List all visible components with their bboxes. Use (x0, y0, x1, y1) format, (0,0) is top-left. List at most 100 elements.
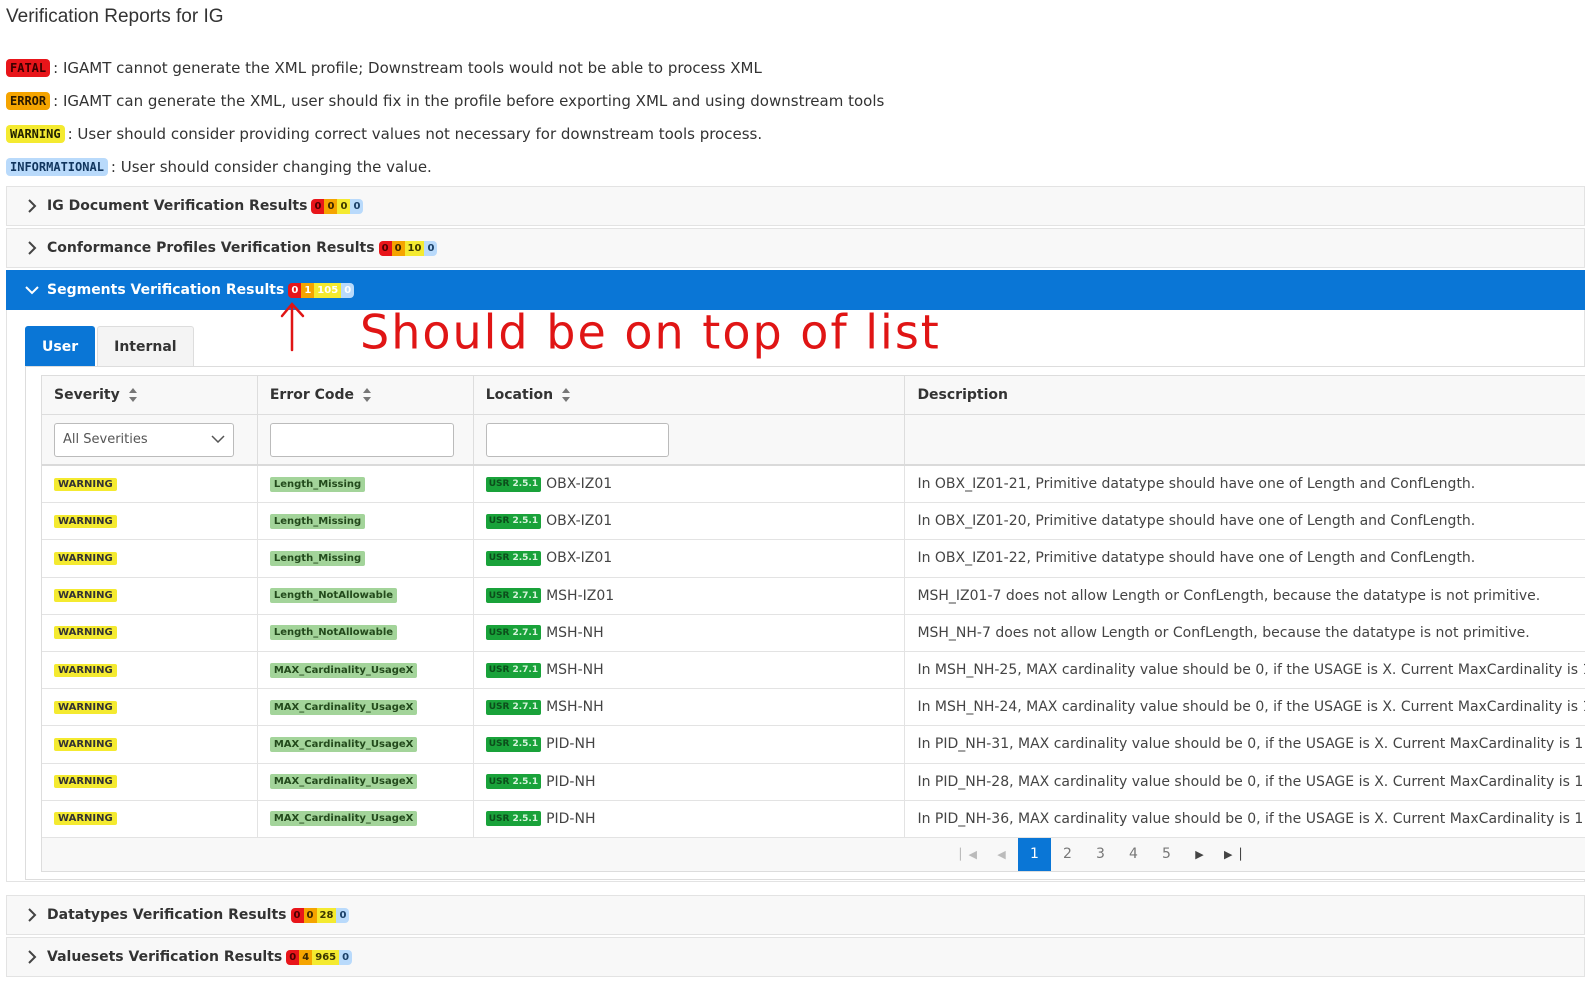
pagination: ▏◀ ◀ 1 2 3 4 5 ▶ ▶▕ (42, 837, 1585, 872)
fatal-count: 0 (311, 198, 325, 214)
table-row[interactable]: WARNING MAX_Cardinality_UsageX USR 2.7.1 MSH… (42, 689, 1585, 727)
tab-content: Severity Error Code Location Description… (25, 366, 1585, 880)
description-filter-cell (905, 415, 1585, 464)
error-code-filter-cell (258, 415, 474, 464)
table-row[interactable]: WARNING MAX_Cardinality_UsageX USR 2.5.1 PID… (42, 800, 1585, 838)
last-page-icon[interactable]: ▶▕ (1216, 838, 1249, 871)
description-cell: In OBX_IZ01-21, Primitive datatype shoul… (905, 466, 1585, 502)
tab-user[interactable]: User (25, 326, 96, 366)
severity-badge: WARNING (54, 775, 117, 789)
header-label: Error Code (269, 387, 355, 403)
severity-cell: WARNING (42, 466, 258, 503)
first-page-icon[interactable]: ▏◀ (952, 838, 985, 871)
description-cell: In MSH_NH-25, MAX cardinality value shou… (905, 652, 1585, 688)
table-row[interactable]: WARNING MAX_Cardinality_UsageX USR 2.5.1 PID… (42, 763, 1585, 801)
version-label: 2.7.1 (512, 665, 539, 676)
filter-row: All Severities (42, 415, 1585, 466)
severity-cell: WARNING (42, 726, 258, 763)
tab-internal[interactable]: Internal (97, 326, 194, 366)
description-text: In MSH_NH-25, MAX cardinality value shou… (917, 662, 1585, 679)
severity-badge: WARNING (54, 812, 117, 826)
panel-title: Valuesets Verification Results (47, 949, 283, 965)
sort-icon (561, 387, 571, 403)
table-row[interactable]: WARNING MAX_Cardinality_UsageX USR 2.5.1 PID… (42, 726, 1585, 764)
error-code-badge: Length_Missing (269, 513, 366, 529)
description-text: In PID_NH-36, MAX cardinality value shou… (917, 810, 1584, 827)
error-code-cell: MAX_Cardinality_UsageX (258, 651, 474, 689)
severity-select[interactable]: All Severities (54, 422, 234, 457)
description-cell: MSH_IZ01-7 does not allow Length or Conf… (905, 578, 1585, 614)
legend-informational: INFORMATIONAL : User should consider cha… (6, 156, 432, 178)
panel-valuesets[interactable]: Valuesets Verification Results 0 4 965 0 (6, 937, 1585, 977)
fatal-badge: FATAL (6, 59, 51, 77)
page-3[interactable]: 3 (1084, 838, 1117, 871)
usr-version-badge: USR 2.7.1 (485, 699, 542, 715)
table-row[interactable]: WARNING MAX_Cardinality_UsageX USR 2.7.1 MSH… (42, 651, 1585, 690)
error-count: 4 (299, 949, 313, 965)
panel-datatypes[interactable]: Datatypes Verification Results 0 0 28 0 (6, 895, 1585, 935)
error-code-badge: Length_Missing (269, 476, 366, 492)
error-code-badge: Length_Missing (269, 550, 366, 566)
error-count: 0 (303, 907, 317, 923)
page-1[interactable]: 1 (1018, 837, 1051, 871)
version-label: 2.5.1 (512, 739, 539, 750)
severity-badge: WARNING (54, 589, 117, 603)
location-cell: USR 2.5.1 OBX-IZ01 (474, 466, 906, 503)
location-cell: USR 2.5.1 OBX-IZ01 (474, 503, 906, 540)
legend-fatal-text: : IGAMT cannot generate the XML profile;… (53, 59, 762, 77)
location-cell: USR 2.7.1 MSH-NH (474, 651, 906, 689)
info-count: 0 (424, 240, 438, 256)
header-error-code[interactable]: Error Code (258, 376, 474, 414)
header-severity[interactable]: Severity (42, 376, 258, 414)
error-count: 1 (301, 282, 315, 298)
version-label: 2.7.1 (512, 702, 539, 713)
severity-cell: WARNING (42, 540, 258, 577)
table-row[interactable]: WARNING Length_Missing USR 2.5.1 OBX-IZ01 In … (42, 466, 1585, 504)
usr-label: USR (488, 590, 510, 601)
warning-count: 10 (404, 240, 425, 256)
version-label: 2.5.1 (512, 516, 539, 527)
legend-warning-text: : User should consider providing correct… (67, 125, 763, 143)
description-cell: In OBX_IZ01-22, Primitive datatype shoul… (905, 540, 1585, 576)
error-code-cell: Length_Missing (258, 466, 474, 503)
panel-ig-document[interactable]: IG Document Verification Results 0000 (6, 186, 1585, 226)
header-location[interactable]: Location (474, 376, 906, 414)
error-code-filter-input[interactable] (269, 422, 454, 457)
table-row[interactable]: WARNING Length_Missing USR 2.5.1 OBX-IZ01 In … (42, 503, 1585, 541)
page-2[interactable]: 2 (1051, 838, 1084, 871)
severity-cell: WARNING (42, 503, 258, 540)
severity-badge: WARNING (54, 663, 117, 677)
usr-version-badge: USR 2.5.1 (485, 513, 542, 529)
usr-label: USR (488, 702, 510, 713)
info-count: 0 (339, 949, 353, 965)
header-description: Description (905, 376, 1585, 414)
next-page-icon[interactable]: ▶ (1183, 838, 1216, 871)
table-row[interactable]: WARNING Length_Missing USR 2.5.1 OBX-IZ01 In … (42, 540, 1585, 578)
severity-cell: WARNING (42, 577, 258, 614)
legend-fatal: FATAL : IGAMT cannot generate the XML pr… (6, 57, 762, 79)
warning-count: 965 (312, 949, 340, 965)
page-5[interactable]: 5 (1150, 838, 1183, 871)
panel-title: Segments Verification Results (47, 282, 285, 298)
version-label: 2.7.1 (512, 590, 539, 601)
prev-page-icon[interactable]: ◀ (985, 838, 1018, 871)
segments-panel-body: User Internal Severity Error Code Locati… (6, 310, 1585, 882)
location-name: MSH-NH (546, 662, 604, 679)
chevron-right-icon (25, 950, 39, 964)
severity-cell: WARNING (42, 689, 258, 726)
severity-cell: WARNING (42, 800, 258, 837)
table-row[interactable]: WARNING Length_NotAllowable USR 2.7.1 MSH-IZ… (42, 577, 1585, 615)
error-code-cell: Length_NotAllowable (258, 577, 474, 614)
error-code-badge: MAX_Cardinality_UsageX (269, 736, 418, 752)
description-text: In OBX_IZ01-22, Primitive datatype shoul… (917, 550, 1476, 567)
table-row[interactable]: WARNING Length_NotAllowable USR 2.7.1 MSH-NH… (42, 614, 1585, 652)
panel-conformance-profiles[interactable]: Conformance Profiles Verification Result… (6, 228, 1585, 268)
fatal-count: 0 (286, 949, 300, 965)
usr-version-badge: USR 2.7.1 (485, 662, 542, 678)
description-cell: MSH_NH-7 does not allow Length or ConfLe… (905, 615, 1585, 651)
location-filter-input[interactable] (485, 422, 669, 457)
sort-icon (128, 387, 138, 403)
page-4[interactable]: 4 (1117, 838, 1150, 871)
tab-bar: User Internal (25, 326, 194, 366)
severity-select-value: All Severities (63, 432, 148, 447)
